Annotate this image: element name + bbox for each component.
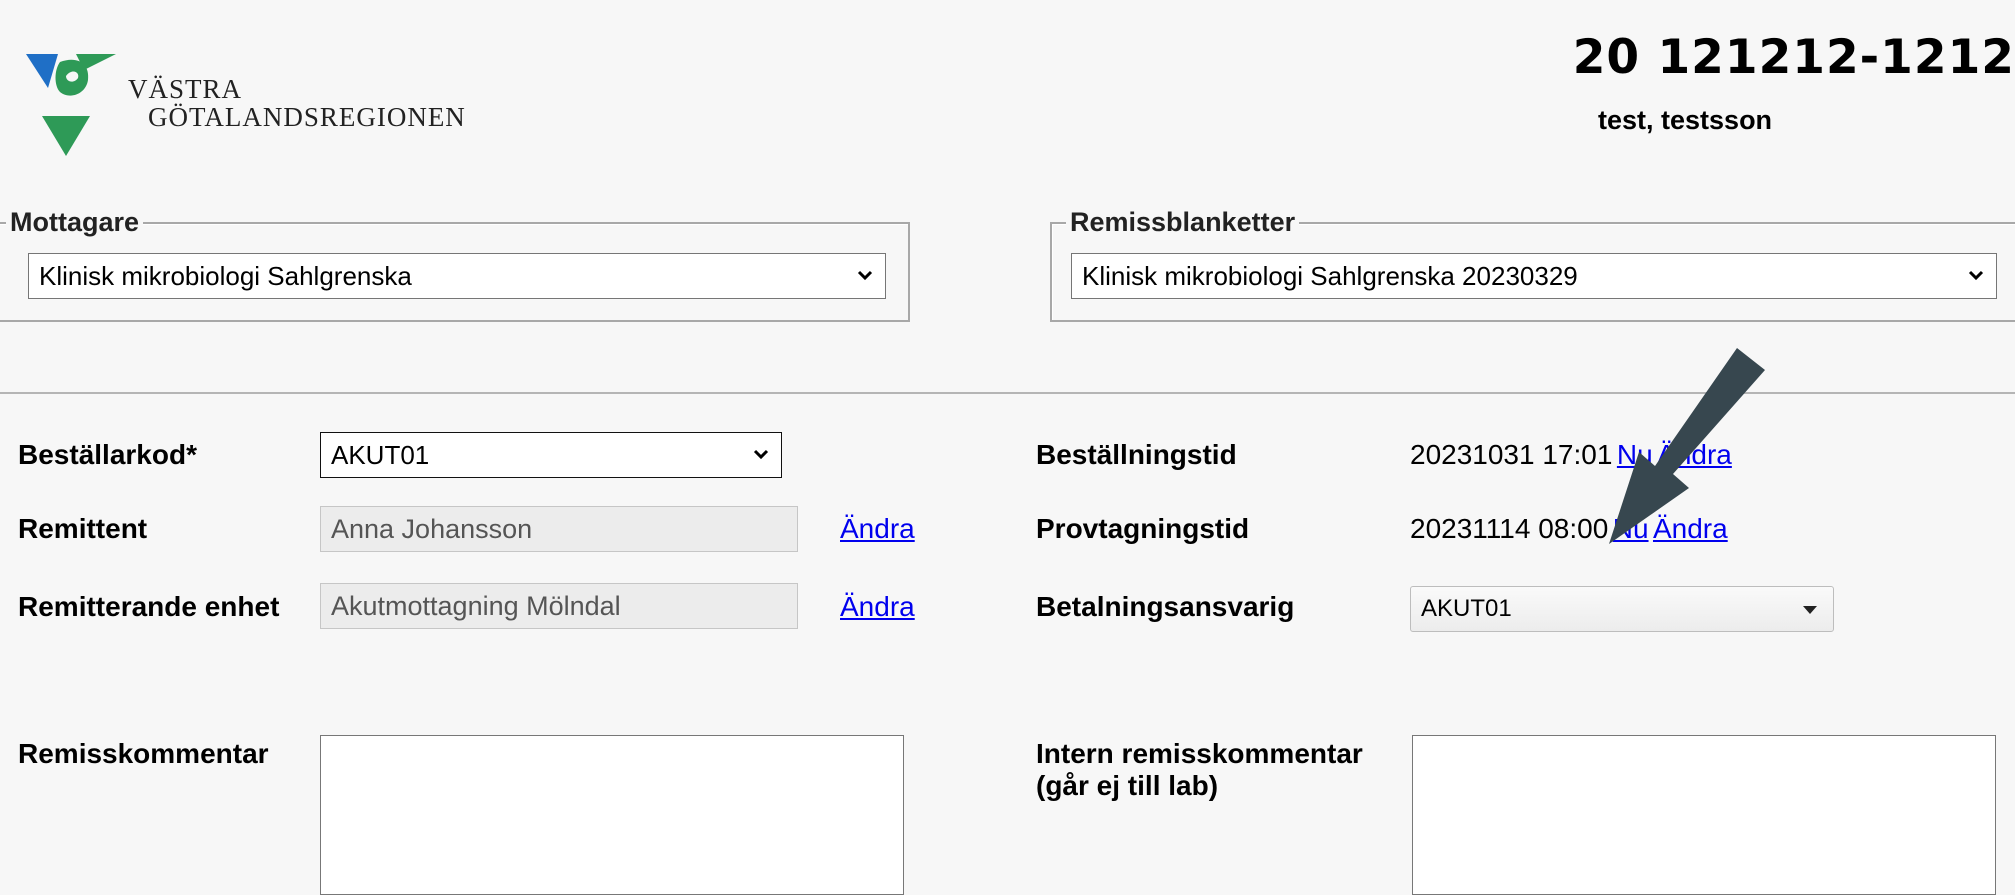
remitterande-enhet-label: Remitterande enhet [18, 591, 280, 622]
bestallningstid-value: 20231031 17:01 [1410, 439, 1613, 470]
mottagare-legend: Mottagare [6, 207, 144, 237]
chevron-down-icon [857, 270, 873, 281]
provtagningstid-label: Provtagningstid [1036, 513, 1250, 544]
logo-text-line1: VÄSTRA [128, 74, 243, 104]
remittent-label: Remittent [18, 513, 148, 544]
remisskommentar-textarea[interactable] [320, 735, 904, 895]
provtagningstid-now-link[interactable]: Nu [1613, 513, 1649, 544]
chevron-down-icon [753, 449, 769, 460]
bestallningstid-change-link[interactable]: Ändra [1657, 439, 1732, 470]
remitterande-enhet-field: Akutmottagning Mölndal [320, 583, 798, 629]
intern-kommentar-label-line1: Intern remisskommentar [1036, 738, 1363, 769]
remittent-field: Anna Johansson [320, 506, 798, 552]
remitterande-enhet-change-link[interactable]: Ändra [840, 591, 915, 623]
remissblanketter-select-value: Klinisk mikrobiologi Sahlgrenska 2023032… [1082, 261, 1578, 291]
bestallarkod-value: AKUT01 [331, 440, 430, 470]
remissblanketter-select[interactable]: Klinisk mikrobiologi Sahlgrenska 2023032… [1071, 253, 1997, 299]
remisskommentar-label: Remisskommentar [18, 738, 269, 769]
section-divider [0, 392, 2015, 394]
patient-id: 20 121212-1212 [1572, 30, 2015, 85]
provtagningstid-value: 20231114 08:00 [1410, 513, 1609, 544]
mottagare-select[interactable]: Klinisk mikrobiologi Sahlgrenska [28, 253, 886, 299]
caret-down-icon [1803, 606, 1817, 614]
intern-kommentar-textarea[interactable] [1412, 735, 1996, 895]
vgr-logo-mark-icon [26, 54, 116, 156]
bestallarkod-select[interactable]: AKUT01 [320, 432, 782, 478]
mottagare-select-value: Klinisk mikrobiologi Sahlgrenska [39, 261, 412, 291]
betalningsansvarig-select[interactable]: AKUT01 [1410, 586, 1834, 632]
chevron-down-icon [1968, 270, 1984, 281]
betalningsansvarig-value: AKUT01 [1421, 595, 1512, 622]
remissblanketter-legend: Remissblanketter [1066, 207, 1300, 237]
bestallarkod-label: Beställarkod* [18, 439, 197, 470]
provtagningstid-row: 20231114 08:00 Nu Ändra [1410, 513, 1728, 545]
remittent-change-link[interactable]: Ändra [840, 513, 915, 545]
provtagningstid-change-link[interactable]: Ändra [1653, 513, 1728, 544]
bestallningstid-now-link[interactable]: Nu [1617, 439, 1653, 470]
bestallningstid-label: Beställningstid [1036, 439, 1237, 470]
bestallningstid-row: 20231031 17:01 Nu Ändra [1410, 439, 1732, 471]
patient-name: test, testsson [1598, 105, 1773, 135]
logo-text-line2: GÖTALANDSREGIONEN [148, 102, 466, 132]
intern-kommentar-label-line2: (går ej till lab) [1036, 770, 1219, 801]
betalningsansvarig-label: Betalningsansvarig [1036, 591, 1295, 622]
